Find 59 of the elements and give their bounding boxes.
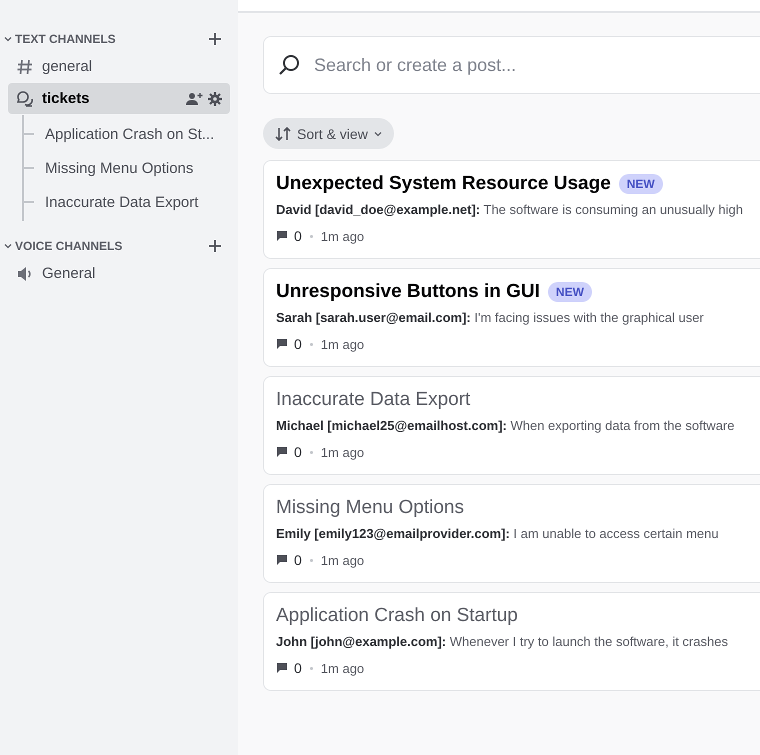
post-title: Unexpected System Resource Usage [276, 173, 611, 195]
post-card[interactable]: Unresponsive Buttons in GUI NEW Sarah [sarah.user@email.com]: I'm facing issues with the graphical user 0 1m ago [263, 268, 760, 367]
reply-count: 0 [294, 444, 302, 460]
post-title: Unresponsive Buttons in GUI [276, 281, 540, 303]
sort-arrows-icon [275, 126, 291, 140]
channel-item[interactable]: general [8, 51, 230, 82]
post-title: Inaccurate Data Export [276, 389, 470, 411]
chevron-icon [4, 242, 12, 250]
post-preview: David [david_doe@example.net]: The software is consuming an unusually high [276, 202, 744, 217]
post-preview: John [john@example.com]: Whenever I try to launch the software, it crashes [276, 634, 729, 649]
message-icon [276, 338, 288, 350]
settings-icon[interactable] [208, 92, 222, 106]
post-time: 1m ago [320, 228, 364, 244]
post-card[interactable]: Missing Menu Options Emily [emily123@emailprovider.com]: I am unable to access certain menu 0 1m ago [263, 484, 760, 583]
post-title: Missing Menu Options [276, 497, 464, 519]
add-member-icon[interactable] [186, 92, 204, 106]
add-icon[interactable] [208, 239, 222, 253]
channel-name: General [42, 265, 96, 282]
hash-icon [16, 58, 34, 76]
category-label[interactable]: TEXT CHANNELS [15, 32, 208, 46]
post-time: 1m ago [320, 444, 364, 460]
search-input[interactable]: Search or create a post... [312, 54, 760, 76]
new-tag: NEW [618, 174, 663, 194]
reply-count: 0 [294, 660, 302, 676]
post-card[interactable]: Inaccurate Data Export Michael [michael25@emailhost.com]: When exporting data from the software 0 1m ago [263, 376, 760, 475]
chevron-icon [4, 35, 12, 43]
post-title: Application Crash on Startup [276, 605, 518, 627]
channel-name: general [42, 58, 94, 75]
reply-count: 0 [294, 228, 302, 244]
channel-item[interactable]: General [8, 258, 230, 289]
search-icon [278, 54, 300, 76]
chat-bubbles-icon [16, 90, 34, 108]
post-time: 1m ago [320, 336, 364, 352]
thread-item[interactable]: Inaccurate Data Export [45, 194, 198, 210]
category-toggle[interactable] [4, 242, 12, 250]
search-bar[interactable]: Search or create a post... [263, 36, 760, 94]
chevron-icon [374, 130, 382, 138]
post-preview: Emily [emily123@emailprovider.com]: I am unable to access certain menu [276, 526, 720, 541]
thread-item[interactable]: Application Crash on St... [45, 126, 214, 142]
category-toggle[interactable] [4, 35, 12, 43]
channel-item[interactable]: tickets [8, 83, 230, 114]
sort-view-button[interactable]: Sort & view [263, 118, 394, 149]
message-icon [276, 662, 288, 674]
message-icon [276, 446, 288, 458]
add-icon[interactable] [208, 32, 222, 46]
reply-count: 0 [294, 336, 302, 352]
post-card[interactable]: Application Crash on Startup John [john@example.com]: Whenever I try to launch the software, it crashes 0 1m ago [263, 592, 760, 691]
category-label[interactable]: VOICE CHANNELS [15, 239, 208, 253]
post-preview: Sarah [sarah.user@email.com]: I'm facing issues with the graphical user [276, 310, 705, 325]
new-tag: NEW [548, 282, 592, 302]
thread-item[interactable]: Missing Menu Options [45, 160, 194, 176]
message-icon [276, 230, 288, 242]
post-time: 1m ago [320, 552, 364, 568]
post-preview: Michael [michael25@emailhost.com]: When exporting data from the software [276, 418, 736, 433]
post-time: 1m ago [320, 660, 364, 676]
reply-count: 0 [294, 552, 302, 568]
message-icon [276, 554, 288, 566]
channel-name: tickets [42, 90, 91, 107]
post-card[interactable]: Unexpected System Resource Usage NEW David [david_doe@example.net]: The software is consuming an unusually high 0 1m ago [263, 160, 760, 259]
